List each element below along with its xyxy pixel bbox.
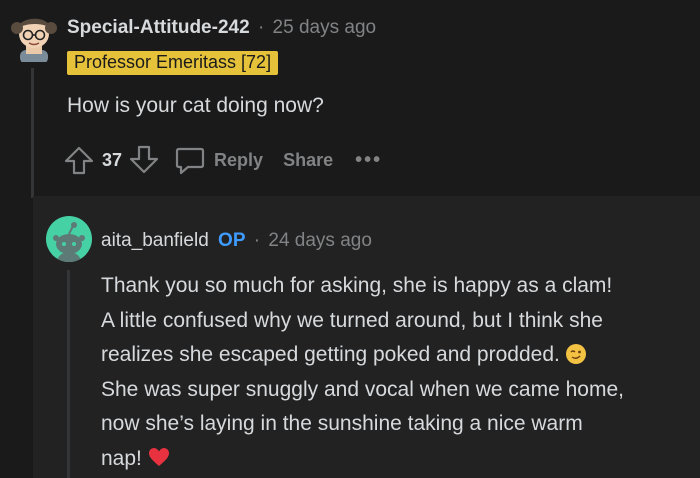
body-line: Thank you so much for asking, she is hap… [101,274,613,297]
share-label: Share [283,149,334,170]
share-button[interactable]: Share [283,150,333,171]
downvote-icon[interactable] [128,144,160,176]
comment-body: How is your cat doing now? [67,94,324,117]
comment-body: Thank you so much for asking, she is hap… [101,269,697,478]
username[interactable]: aita_banfield [101,230,209,251]
thread-line-2[interactable] [67,270,70,478]
user-avatar-icon[interactable] [10,10,58,64]
body-line: realizes she escaped getting poked and p… [101,343,560,366]
body-line: now she’s laying in the sunshine taking … [101,412,583,435]
upvote-icon[interactable] [63,144,95,176]
reply-button[interactable]: Reply [174,144,263,176]
body-line-with-emoji: nap! [101,442,697,478]
reply-label: Reply [214,149,264,170]
body-line: She was super snuggly and vocal when we … [101,377,624,401]
heart-emoji-icon [148,444,170,478]
timestamp[interactable]: 25 days ago [273,17,377,38]
user-flair: Professor Emeritass [72] [67,51,279,75]
comment-1-meta: Special-Attitude-242 · 25 days ago [67,17,376,39]
separator: · [253,230,261,251]
separator: · [257,17,265,38]
comment-actions: 37 Reply Share ••• [63,144,382,176]
username[interactable]: Special-Attitude-242 [67,17,250,38]
user-avatar-icon[interactable] [46,216,92,262]
more-icon[interactable]: ••• [355,149,382,172]
body-line-with-emoji: realizes she escaped getting poked and p… [101,338,697,373]
op-badge: OP [218,230,246,251]
wink-emoji-icon [565,344,586,364]
thread-line-1[interactable] [31,68,34,198]
body-line: A little confused why we turned around, … [101,308,603,332]
comment-2-meta: aita_banfield OP · 24 days ago [101,230,372,252]
body-line: nap! [101,446,142,470]
timestamp[interactable]: 24 days ago [268,230,372,251]
comment-icon [175,147,205,175]
vote-count: 37 [102,149,123,170]
